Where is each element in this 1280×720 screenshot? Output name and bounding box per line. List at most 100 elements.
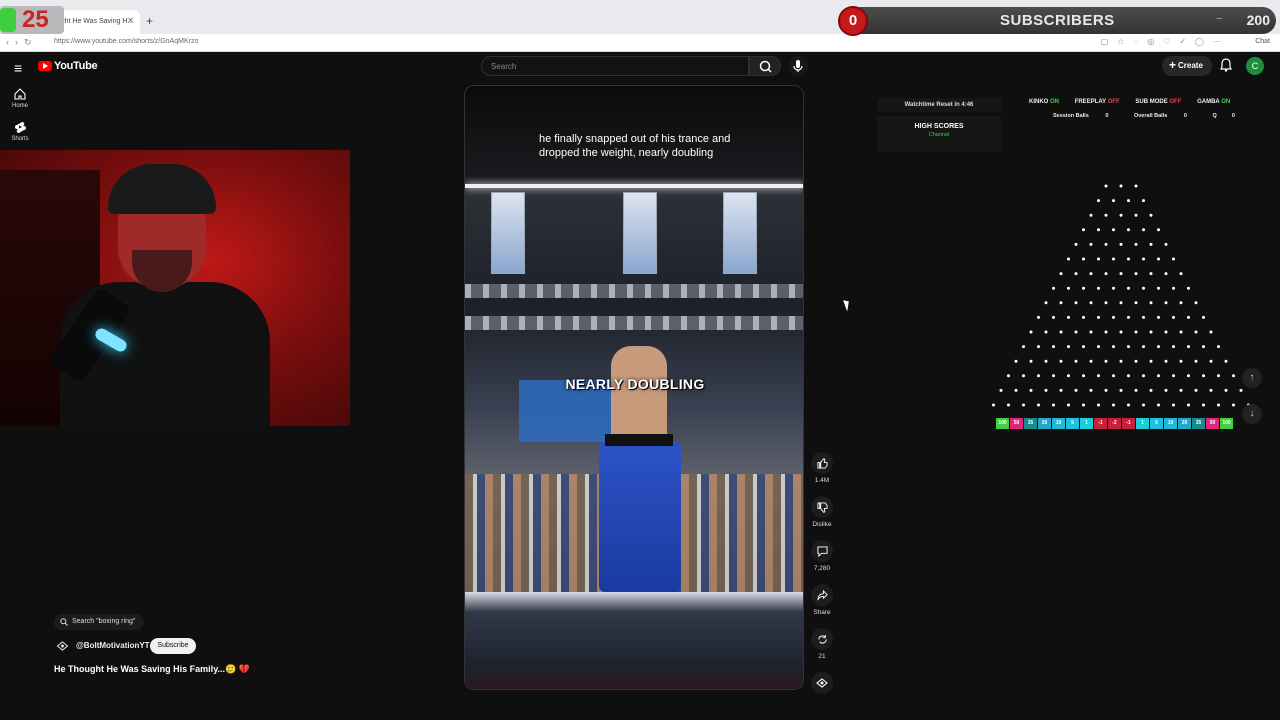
plinko-bucket: 10: [1164, 418, 1177, 429]
plinko-peg: [1089, 272, 1093, 276]
plinko-peg: [1089, 242, 1093, 246]
subscribe-button[interactable]: Subscribe: [150, 638, 196, 654]
video-bottom-area: [465, 592, 803, 689]
browser-extension-icons[interactable]: ▢☆◌◎♡✓◯⋯: [1101, 37, 1230, 46]
plinko-peg: [1142, 199, 1145, 203]
like-count: 1.4M: [814, 477, 830, 484]
plinko-peg: [1112, 286, 1115, 290]
counter-value: 25: [22, 6, 49, 33]
plinko-peg: [1149, 301, 1153, 305]
create-label: Create: [1178, 61, 1203, 70]
plinko-peg: [1232, 403, 1235, 407]
plinko-peg: [1052, 403, 1055, 407]
search-icon: [60, 618, 68, 626]
share-button[interactable]: Share: [808, 584, 836, 628]
plinko-peg: [1134, 359, 1138, 363]
plinko-peg: [1119, 242, 1123, 246]
plinko-peg: [1217, 403, 1220, 407]
sidebar-item-home[interactable]: Home: [8, 88, 32, 109]
plinko-peg: [1164, 301, 1168, 305]
ball-stats: Session Balls 0 Overall Balls 0 Q 0: [1053, 113, 1259, 119]
tab-close-icon[interactable]: ✕: [127, 16, 134, 25]
plinko-bucket: 100: [996, 418, 1009, 429]
search-suggestion-chip[interactable]: Search "boxing ring": [54, 614, 144, 630]
notifications-button[interactable]: [1220, 58, 1232, 77]
plinko-peg: [1074, 272, 1078, 276]
short-title[interactable]: He Thought He Was Saving His Family...🥲 …: [54, 664, 250, 675]
youtube-logo-icon[interactable]: [38, 61, 52, 71]
plinko-peg: [1067, 286, 1070, 290]
plinko-peg: [1082, 228, 1085, 232]
plinko-peg: [1059, 301, 1063, 305]
plinko-peg: [1127, 286, 1130, 290]
stat-queue: Q 0: [1212, 113, 1235, 119]
next-short-button[interactable]: ↓: [1242, 404, 1262, 424]
plinko-peg: [1134, 272, 1138, 276]
plinko-peg: [1007, 403, 1010, 407]
plinko-peg: [1097, 374, 1100, 378]
plinko-peg: [1209, 330, 1213, 334]
create-button[interactable]: Create: [1162, 56, 1212, 76]
plinko-peg: [1082, 315, 1085, 319]
plinko-peg: [1082, 374, 1085, 378]
plinko-peg: [1082, 345, 1085, 349]
plinko-peg: [1134, 213, 1138, 217]
plinko-peg: [1134, 301, 1138, 305]
plinko-peg: [1104, 388, 1108, 392]
plinko-peg: [1059, 359, 1063, 363]
plinko-peg: [1217, 374, 1220, 378]
webcam-feed: [0, 150, 350, 426]
plinko-peg: [1157, 374, 1160, 378]
plinko-peg: [1202, 403, 1205, 407]
sidebar-item-shorts[interactable]: Shorts: [8, 121, 32, 142]
plinko-peg: [1029, 330, 1033, 334]
channel-avatar-button[interactable]: [808, 672, 836, 716]
plinko-peg: [1112, 374, 1115, 378]
plinko-bucket: 100: [1220, 418, 1233, 429]
plinko-peg: [1134, 330, 1138, 334]
plinko-peg: [1142, 257, 1145, 261]
arena-lights: [465, 316, 803, 330]
comments-button[interactable]: 7,280: [808, 540, 836, 584]
search-button[interactable]: [749, 56, 781, 76]
channel-logo-icon[interactable]: [56, 641, 69, 651]
plinko-peg: [1232, 374, 1235, 378]
chat-button[interactable]: Chat: [1255, 38, 1270, 45]
voice-search-button[interactable]: [788, 56, 808, 76]
plinko-bucket: -2: [1108, 418, 1121, 429]
plinko-peg: [1224, 388, 1228, 392]
plinko-peg: [1112, 345, 1115, 349]
remix-count: 21: [818, 653, 826, 660]
like-button[interactable]: 1.4M: [808, 452, 836, 496]
plinko-peg: [1202, 315, 1205, 319]
plinko-peg: [1172, 315, 1175, 319]
new-tab-icon[interactable]: +: [146, 14, 153, 28]
plinko-peg: [1142, 286, 1145, 290]
subscriber-count: 0: [838, 6, 868, 36]
short-video-player[interactable]: he finally snapped out of his trance and…: [464, 85, 804, 690]
plinko-peg: [1052, 315, 1055, 319]
plinko-peg: [1119, 330, 1123, 334]
previous-short-button[interactable]: ↑: [1242, 368, 1262, 388]
plinko-peg: [1037, 345, 1040, 349]
plinko-peg: [1089, 388, 1093, 392]
plinko-peg: [1089, 330, 1093, 334]
plinko-peg: [1209, 359, 1213, 363]
plinko-peg: [992, 403, 995, 407]
menu-icon[interactable]: ≡: [14, 60, 22, 76]
plinko-peg: [1187, 374, 1190, 378]
plinko-peg: [1104, 301, 1108, 305]
dislike-button[interactable]: Dislike: [808, 496, 836, 540]
plinko-bucket: 5: [1066, 418, 1079, 429]
plinko-peg: [1119, 213, 1123, 217]
nav-buttons[interactable]: ‹›↻: [6, 37, 38, 48]
channel-name[interactable]: @BoltMotivationYT: [76, 641, 150, 650]
youtube-logo-text[interactable]: YouTube: [54, 60, 98, 72]
url-field[interactable]: https://www.youtube.com/shorts/z/GnAqMKr…: [54, 38, 198, 45]
plinko-peg: [1127, 257, 1130, 261]
plinko-peg: [1224, 359, 1228, 363]
search-input[interactable]: Search: [481, 56, 749, 76]
remix-button[interactable]: 21: [808, 628, 836, 672]
stream-counter: 25: [0, 6, 64, 34]
avatar[interactable]: C: [1246, 57, 1264, 75]
